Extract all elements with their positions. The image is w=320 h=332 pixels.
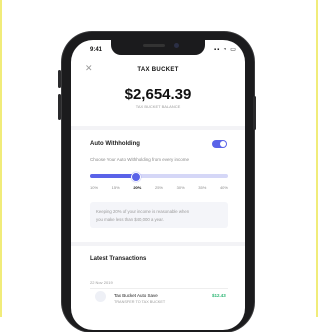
- transactions-date: 22 Nov 2019: [90, 280, 113, 285]
- withholding-option-1[interactable]: 15%: [112, 185, 120, 190]
- edge-highlight-left: [0, 0, 2, 317]
- transaction-amount: $12.43: [212, 293, 226, 298]
- withholding-slider-fill: [90, 174, 136, 178]
- auto-withholding-toggle[interactable]: [212, 140, 227, 148]
- transaction-title[interactable]: Tax Bucket Auto Save: [114, 293, 158, 298]
- status-icons: ▪▪ ◔ ▭: [214, 47, 237, 53]
- withholding-option-4[interactable]: 30%: [177, 185, 185, 190]
- screen-title: TAX BUCKET: [137, 67, 179, 73]
- withholding-option-3[interactable]: 25%: [155, 185, 163, 190]
- withholding-note-line2: you make less than $40,000 a year.: [96, 217, 164, 222]
- section-divider: [71, 126, 245, 130]
- phone-power-button: [253, 96, 256, 130]
- phone-mute-button: [58, 70, 61, 88]
- toggle-knob: [220, 141, 226, 147]
- transaction-subtitle: TRANSFER TO TAX BUCKET: [114, 300, 166, 304]
- auto-withholding-subtitle: Choose Your Auto Withholding from every …: [90, 157, 190, 162]
- withholding-note-box: [90, 202, 228, 228]
- balance-amount: $2,654.39: [124, 86, 192, 103]
- withholding-tick-labels: 10% 15% 20% 25% 30% 35% 40%: [90, 185, 228, 190]
- front-camera: [174, 43, 179, 48]
- auto-withholding-label: Auto Withholding: [90, 141, 140, 147]
- withholding-option-6[interactable]: 40%: [220, 185, 228, 190]
- phone-volume-button: [58, 94, 61, 120]
- transactions-divider: [90, 288, 228, 289]
- section-divider: [71, 242, 245, 246]
- status-time: 9:41: [90, 47, 103, 53]
- withholding-option-2[interactable]: 20%: [133, 185, 141, 190]
- phone-notch: [111, 40, 205, 55]
- withholding-option-0[interactable]: 10%: [90, 185, 98, 190]
- transaction-icon: [95, 291, 106, 302]
- withholding-note-line1: Keeping 20% of your income is reasonable…: [96, 209, 190, 214]
- withholding-option-5[interactable]: 35%: [198, 185, 206, 190]
- speaker-grille: [143, 44, 165, 47]
- withholding-slider-thumb[interactable]: [131, 172, 141, 182]
- balance-label: TAX BUCKET BALANCE: [135, 104, 181, 109]
- transactions-heading: Latest Transactions: [90, 256, 147, 262]
- edge-highlight-right: [316, 0, 318, 317]
